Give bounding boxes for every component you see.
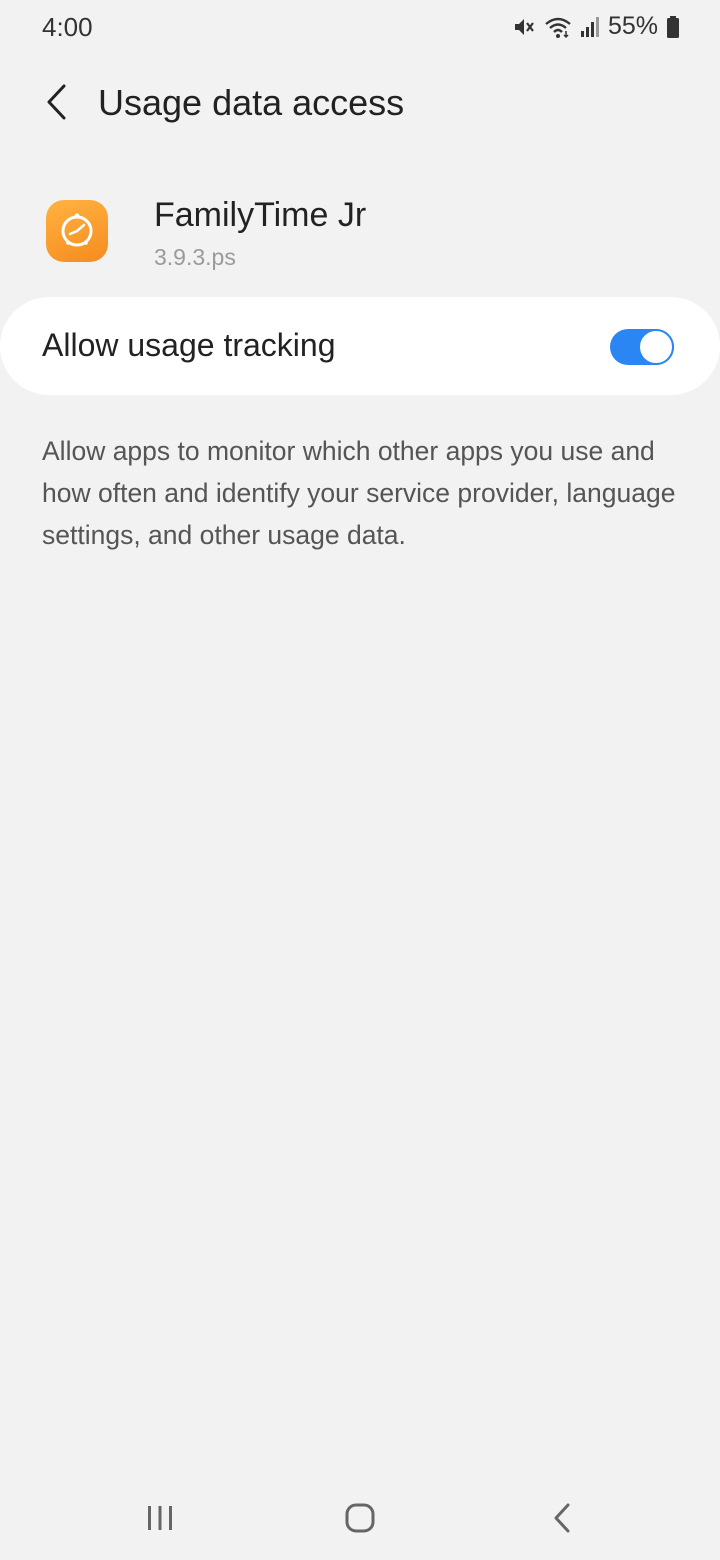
nav-back-button[interactable]	[532, 1498, 592, 1542]
mute-icon	[512, 15, 536, 39]
recents-icon	[145, 1504, 175, 1537]
status-bar: 4:00 55%	[0, 0, 720, 56]
battery-percentage: 55%	[607, 12, 658, 40]
navigation-bar	[0, 1480, 720, 1560]
wifi-icon	[544, 15, 572, 39]
back-button[interactable]	[30, 76, 82, 132]
app-version: 3.9.3.ps	[154, 244, 236, 270]
recents-button[interactable]	[130, 1498, 190, 1542]
signal-icon	[580, 15, 600, 39]
status-time: 4:00	[42, 12, 93, 42]
chevron-left-icon	[42, 82, 70, 127]
app-info: FamilyTime Jr 3.9.3.ps	[0, 186, 720, 282]
status-icons: 55%	[512, 12, 680, 41]
app-name: FamilyTime Jr	[154, 196, 367, 234]
allow-usage-tracking-switch[interactable]	[610, 329, 674, 365]
allow-usage-tracking-label: Allow usage tracking	[42, 327, 336, 363]
home-icon	[344, 1502, 376, 1539]
page-title: Usage data access	[98, 82, 405, 123]
switch-knob	[638, 329, 674, 365]
description-text: Allow apps to monitor which other apps y…	[42, 436, 676, 550]
back-icon	[551, 1502, 573, 1539]
home-button[interactable]	[330, 1498, 390, 1542]
familytime-clock-icon	[46, 200, 108, 262]
header: Usage data access	[0, 62, 720, 146]
battery-icon	[666, 15, 680, 39]
